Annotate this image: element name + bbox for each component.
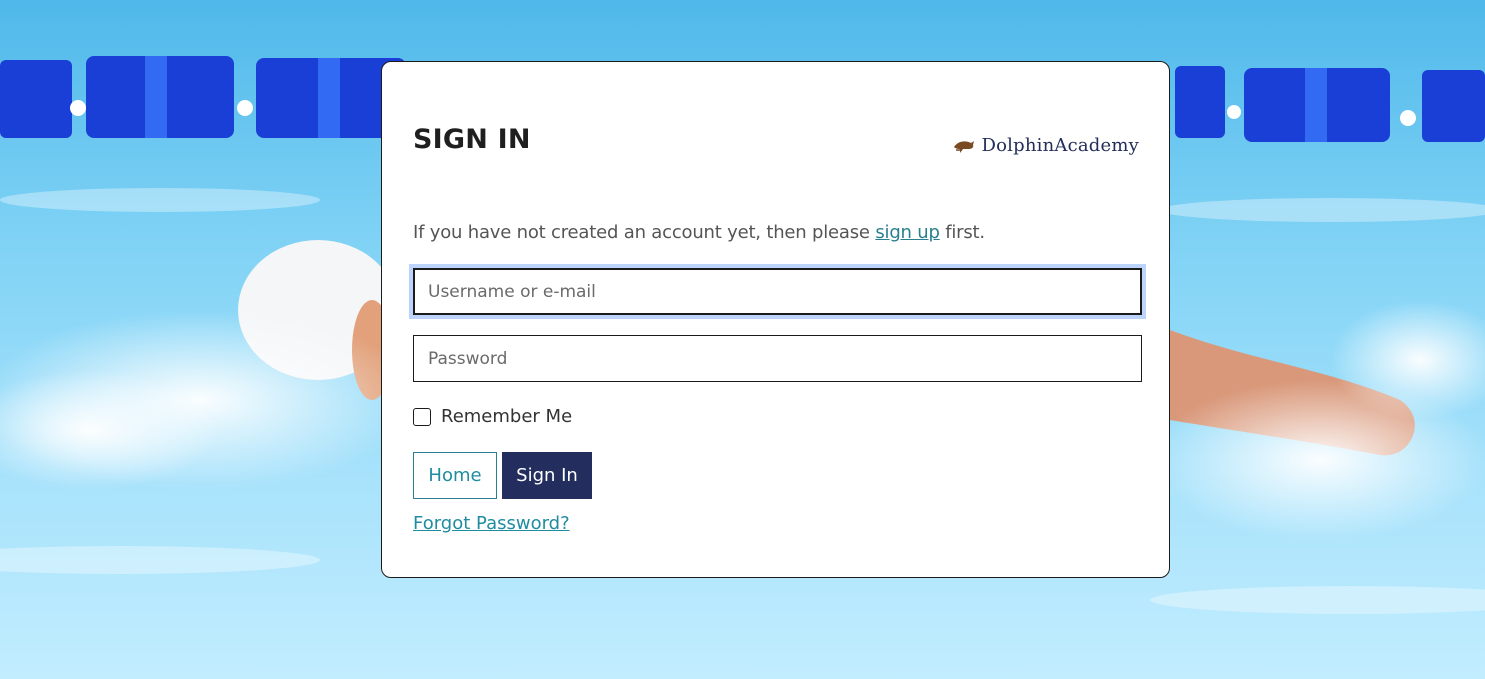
sign-up-prompt: If you have not created an account yet, … (413, 222, 985, 243)
remember-me-checkbox[interactable] (413, 407, 431, 426)
sign-up-prompt-before: If you have not created an account yet, … (413, 222, 876, 243)
page-title: SIGN IN (413, 124, 531, 155)
password-input[interactable] (413, 335, 1142, 382)
brand-name: DolphinAcademy (981, 135, 1139, 156)
forgot-password-link[interactable]: Forgot Password? (413, 513, 570, 534)
dolphin-logo-icon (954, 140, 975, 153)
remember-me-label: Remember Me (441, 406, 573, 427)
home-button[interactable]: Home (413, 452, 497, 499)
brand-logo[interactable]: DolphinAcademy (953, 135, 1139, 156)
login-page: SIGN IN DolphinAcademy If you have not c… (0, 0, 1485, 679)
sign-up-prompt-after: first. (939, 222, 985, 243)
username-input[interactable] (413, 268, 1142, 315)
sign-in-card: SIGN IN DolphinAcademy If you have not c… (381, 61, 1170, 578)
sign-up-link[interactable]: sign up (875, 222, 940, 243)
sign-in-button[interactable]: Sign In (502, 452, 592, 499)
remember-me[interactable]: Remember Me (413, 406, 572, 427)
